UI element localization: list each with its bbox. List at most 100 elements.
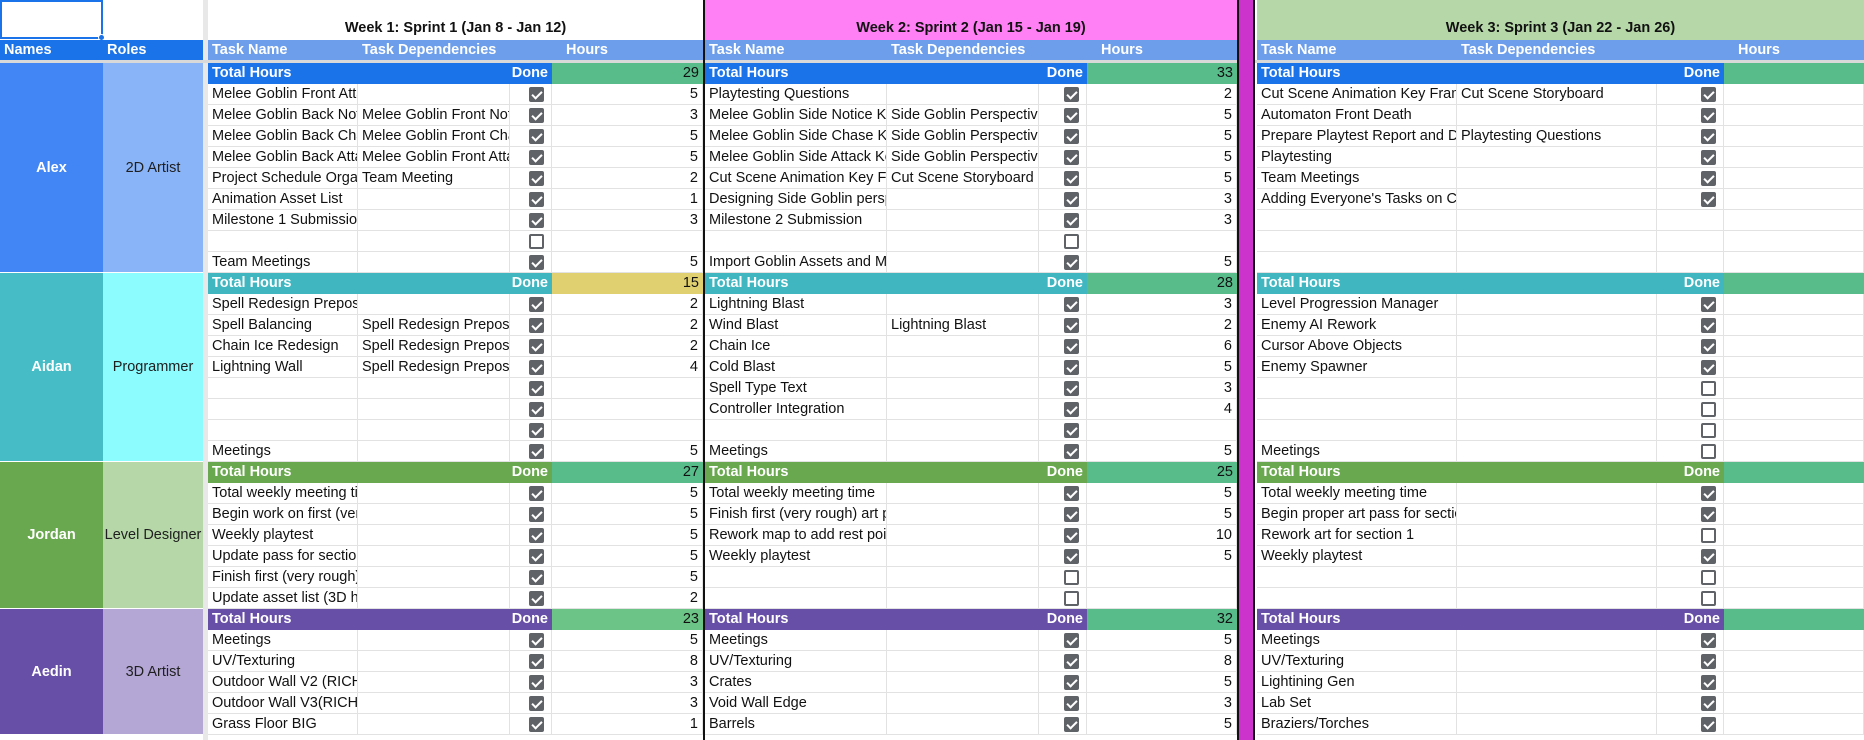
hours-cell[interactable]: [1724, 546, 1864, 567]
done-cell[interactable]: [1039, 315, 1087, 336]
task-deps-cell[interactable]: Team Meeting: [358, 168, 510, 189]
done-cell[interactable]: [1657, 588, 1724, 609]
checkbox-checked[interactable]: [1701, 129, 1716, 144]
task-name-cell[interactable]: Grass Floor BIG: [208, 714, 358, 735]
task-name-cell[interactable]: [705, 567, 887, 588]
checkbox-checked[interactable]: [529, 108, 544, 123]
checkbox-checked[interactable]: [529, 402, 544, 417]
task-deps-cell[interactable]: [1457, 693, 1657, 714]
done-cell[interactable]: [510, 231, 552, 252]
checkbox-unchecked[interactable]: [1701, 444, 1716, 459]
checkbox-checked[interactable]: [529, 528, 544, 543]
hours-cell[interactable]: 2: [552, 294, 703, 315]
done-cell[interactable]: [510, 420, 552, 441]
hours-cell[interactable]: 5: [552, 126, 703, 147]
done-cell[interactable]: [1657, 210, 1724, 231]
task-name-cell[interactable]: Update pass for section 1: [208, 546, 358, 567]
checkbox-checked[interactable]: [1064, 255, 1079, 270]
done-cell[interactable]: [510, 546, 552, 567]
done-cell[interactable]: [1039, 231, 1087, 252]
hours-cell[interactable]: 5: [1087, 630, 1237, 651]
task-deps-cell[interactable]: [1457, 294, 1657, 315]
done-cell[interactable]: [1657, 357, 1724, 378]
person-name[interactable]: Alex: [0, 63, 103, 273]
task-name-cell[interactable]: Melee Goblin Front Attack Keyframes: [208, 84, 358, 105]
hours-cell[interactable]: 3: [552, 210, 703, 231]
task-deps-cell[interactable]: [887, 693, 1039, 714]
task-name-cell[interactable]: Melee Goblin Back Notice Keyframes: [208, 105, 358, 126]
task-deps-cell[interactable]: [887, 252, 1039, 273]
task-deps-cell[interactable]: [887, 210, 1039, 231]
done-cell[interactable]: [1039, 189, 1087, 210]
task-name-cell[interactable]: Spell Type Text: [705, 378, 887, 399]
checkbox-checked[interactable]: [1701, 150, 1716, 165]
hours-cell[interactable]: 2: [552, 168, 703, 189]
task-deps-cell[interactable]: [1457, 357, 1657, 378]
checkbox-checked[interactable]: [529, 717, 544, 732]
done-cell[interactable]: [1657, 630, 1724, 651]
hours-cell[interactable]: 5: [552, 630, 703, 651]
checkbox-unchecked[interactable]: [1701, 402, 1716, 417]
hours-cell[interactable]: [1087, 231, 1237, 252]
done-cell[interactable]: [510, 84, 552, 105]
done-cell[interactable]: [1039, 84, 1087, 105]
task-name-cell[interactable]: [1257, 399, 1457, 420]
checkbox-checked[interactable]: [1064, 654, 1079, 669]
task-deps-cell[interactable]: [358, 546, 510, 567]
hours-cell[interactable]: [1724, 714, 1864, 735]
hours-cell[interactable]: [1724, 294, 1864, 315]
task-name-cell[interactable]: Update asset list (3D hard surface): [208, 588, 358, 609]
task-deps-cell[interactable]: [1457, 504, 1657, 525]
task-name-cell[interactable]: Begin work on first (very rough) art pas…: [208, 504, 358, 525]
done-cell[interactable]: [1657, 252, 1724, 273]
task-deps-cell[interactable]: Spell Redesign Preposal: [358, 315, 510, 336]
done-cell[interactable]: [1657, 315, 1724, 336]
task-name-cell[interactable]: Outdoor Wall V3(RICH): [208, 693, 358, 714]
task-name-cell[interactable]: Braziers/Torches: [1257, 714, 1457, 735]
task-name-cell[interactable]: Automaton Front Death: [1257, 105, 1457, 126]
task-deps-cell[interactable]: [1457, 147, 1657, 168]
hours-cell[interactable]: 5: [1087, 168, 1237, 189]
hours-cell[interactable]: 2: [552, 315, 703, 336]
task-name-cell[interactable]: Controller Integration: [705, 399, 887, 420]
task-name-cell[interactable]: Enemy AI Rework: [1257, 315, 1457, 336]
task-deps-cell[interactable]: [358, 504, 510, 525]
checkbox-checked[interactable]: [1701, 360, 1716, 375]
task-name-cell[interactable]: Meetings: [1257, 441, 1457, 462]
person-role[interactable]: Level Designer: [103, 462, 203, 609]
task-name-cell[interactable]: Wind Blast: [705, 315, 887, 336]
total-hours-value[interactable]: 32: [1087, 609, 1237, 630]
checkbox-checked[interactable]: [529, 255, 544, 270]
checkbox-unchecked[interactable]: [1064, 591, 1079, 606]
done-cell[interactable]: [1039, 525, 1087, 546]
task-deps-cell[interactable]: [887, 378, 1039, 399]
done-cell[interactable]: [1657, 189, 1724, 210]
done-cell[interactable]: [510, 315, 552, 336]
done-cell[interactable]: [1657, 168, 1724, 189]
hours-cell[interactable]: [1724, 504, 1864, 525]
task-name-cell[interactable]: Void Wall Edge: [705, 693, 887, 714]
hours-cell[interactable]: [1724, 210, 1864, 231]
done-cell[interactable]: [1657, 231, 1724, 252]
hours-cell[interactable]: [1724, 147, 1864, 168]
task-name-cell[interactable]: Begin proper art pass for section 2: [1257, 504, 1457, 525]
checkbox-unchecked[interactable]: [1701, 570, 1716, 585]
task-deps-cell[interactable]: [1457, 672, 1657, 693]
task-deps-cell[interactable]: [1457, 336, 1657, 357]
checkbox-checked[interactable]: [1064, 528, 1079, 543]
checkbox-checked[interactable]: [1064, 129, 1079, 144]
checkbox-checked[interactable]: [1064, 381, 1079, 396]
task-deps-cell[interactable]: [358, 693, 510, 714]
checkbox-checked[interactable]: [529, 171, 544, 186]
hours-cell[interactable]: [1724, 189, 1864, 210]
checkbox-unchecked[interactable]: [529, 234, 544, 249]
checkbox-checked[interactable]: [529, 318, 544, 333]
task-deps-cell[interactable]: Lightning Blast: [887, 315, 1039, 336]
task-deps-cell[interactable]: [1457, 315, 1657, 336]
done-cell[interactable]: [1657, 693, 1724, 714]
done-cell[interactable]: [1657, 378, 1724, 399]
hours-cell[interactable]: 5: [552, 567, 703, 588]
person-name[interactable]: Aedin: [0, 609, 103, 735]
checkbox-checked[interactable]: [529, 675, 544, 690]
checkbox-unchecked[interactable]: [1701, 591, 1716, 606]
